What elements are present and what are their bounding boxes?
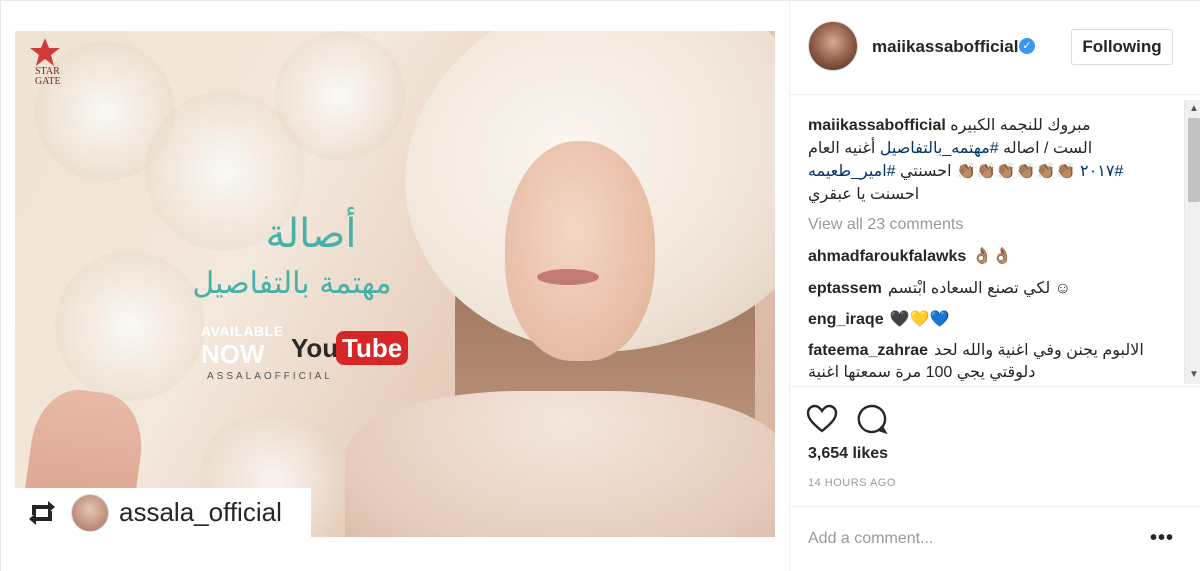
post-header: maiikassabofficial ✓ Following xyxy=(790,1,1200,95)
comment-username[interactable]: fateema_zahrae xyxy=(808,342,928,359)
likes-count[interactable]: 3,654 likes xyxy=(808,445,888,463)
repost-username[interactable]: assala_official xyxy=(119,497,282,528)
post-card: STAR GATE أصالة مهتمة بالتفاصيل AVAILABL… xyxy=(0,0,1200,571)
lace-pattern xyxy=(275,31,405,161)
add-comment-bar: ••• xyxy=(790,506,1200,571)
more-options-icon[interactable]: ••• xyxy=(1150,527,1174,550)
hashtag-link[interactable]: #امير_طعيمه xyxy=(808,163,896,180)
caption-username[interactable]: maiikassabofficial xyxy=(808,117,946,134)
repost-icon xyxy=(27,498,57,528)
comment-item: fateema_zahrae الالبوم يجنن وفي اغنية وال… xyxy=(808,340,1168,384)
action-icons xyxy=(806,403,888,435)
comment-text: 👌🏽👌🏽 xyxy=(972,248,1013,265)
lips-shape xyxy=(537,269,599,285)
comment-icon[interactable] xyxy=(856,403,888,435)
caption-line-2: الست / اصاله #مهتمه_بالتفاصيل أغنيه العا… xyxy=(808,137,1168,160)
scroll-up-arrow-icon[interactable]: ▲ xyxy=(1189,104,1199,114)
comments-section: maiikassabofficial مبروك للنجمه الكبيره … xyxy=(790,96,1200,386)
comment-text: لكي تصنع السعاده ابْتسم ☺ xyxy=(887,280,1072,297)
add-comment-input[interactable] xyxy=(808,525,1128,553)
available-text: AVAILABLE xyxy=(201,323,284,339)
caption-text: الست / اصاله xyxy=(998,140,1093,157)
post-sidebar: maiikassabofficial ✓ Following maiikassa… xyxy=(789,1,1200,571)
repost-badge[interactable]: assala_official xyxy=(15,488,311,537)
comment-username[interactable]: eptassem xyxy=(808,280,882,297)
youtube-logo-you: You xyxy=(291,333,339,363)
post-actions: 3,654 likes 14 HOURS AGO xyxy=(790,386,1200,506)
scroll-thumb[interactable] xyxy=(1188,118,1200,202)
repost-avatar[interactable] xyxy=(71,493,109,532)
comment-item: eng_iraqe 🖤💛💙 xyxy=(808,309,1168,331)
post-media: STAR GATE أصالة مهتمة بالتفاصيل AVAILABL… xyxy=(1,1,789,571)
scroll-down-arrow-icon[interactable]: ▼ xyxy=(1189,370,1199,380)
lace-pattern xyxy=(55,251,205,401)
verified-badge-icon: ✓ xyxy=(1019,38,1035,54)
post-timestamp[interactable]: 14 HOURS AGO xyxy=(808,477,896,489)
hashtag-link[interactable]: #٢٠١٧ xyxy=(1080,163,1123,180)
caption-line-4: احسنت يا عبقري xyxy=(808,186,920,203)
heart-icon[interactable] xyxy=(806,403,838,435)
comment-item: ahmadfaroukfalawks 👌🏽👌🏽 xyxy=(808,246,1168,268)
post-caption: maiikassabofficial مبروك للنجمه الكبيره … xyxy=(808,114,1168,206)
hashtag-link[interactable]: #مهتمه_بالتفاصيل xyxy=(880,140,999,157)
comment-text: 🖤💛💙 xyxy=(889,311,950,328)
comment-username[interactable]: eng_iraqe xyxy=(808,311,884,328)
caption-emoji-text: 👏🏽👏🏽👏🏽👏🏽👏🏽👏🏽 احسنتي xyxy=(895,163,1081,180)
star-gate-logo: STAR GATE xyxy=(27,37,97,97)
author-username[interactable]: maiikassabofficial xyxy=(872,37,1018,57)
now-text: NOW xyxy=(201,339,265,369)
caption-line-1: مبروك للنجمه الكبيره xyxy=(950,117,1091,134)
caption-text: أغنيه العام xyxy=(808,140,880,157)
dress-shape xyxy=(345,391,775,537)
face-shape xyxy=(505,141,655,361)
caption-line-3: #٢٠١٧ 👏🏽👏🏽👏🏽👏🏽👏🏽👏🏽 احسنتي #امير_طعيمه xyxy=(808,160,1168,183)
author-avatar[interactable] xyxy=(808,21,858,71)
arabic-title: أصالة xyxy=(265,211,357,257)
logo-text-gate: GATE xyxy=(35,76,61,87)
comment-username[interactable]: ahmadfaroukfalawks xyxy=(808,248,966,265)
following-button[interactable]: Following xyxy=(1071,29,1173,65)
youtube-logo-tube: Tube xyxy=(336,331,409,365)
star-icon xyxy=(30,38,60,66)
comment-item: eptassem لكي تصنع السعاده ابْتسم ☺ xyxy=(808,278,1168,300)
channel-name: ASSALAOFFICIAL xyxy=(207,371,333,382)
comments-scrollbar[interactable]: ▲ ▼ xyxy=(1184,100,1200,384)
arabic-subtitle: مهتمة بالتفاصيل xyxy=(192,266,392,301)
view-all-comments-link[interactable]: View all 23 comments xyxy=(808,216,963,234)
